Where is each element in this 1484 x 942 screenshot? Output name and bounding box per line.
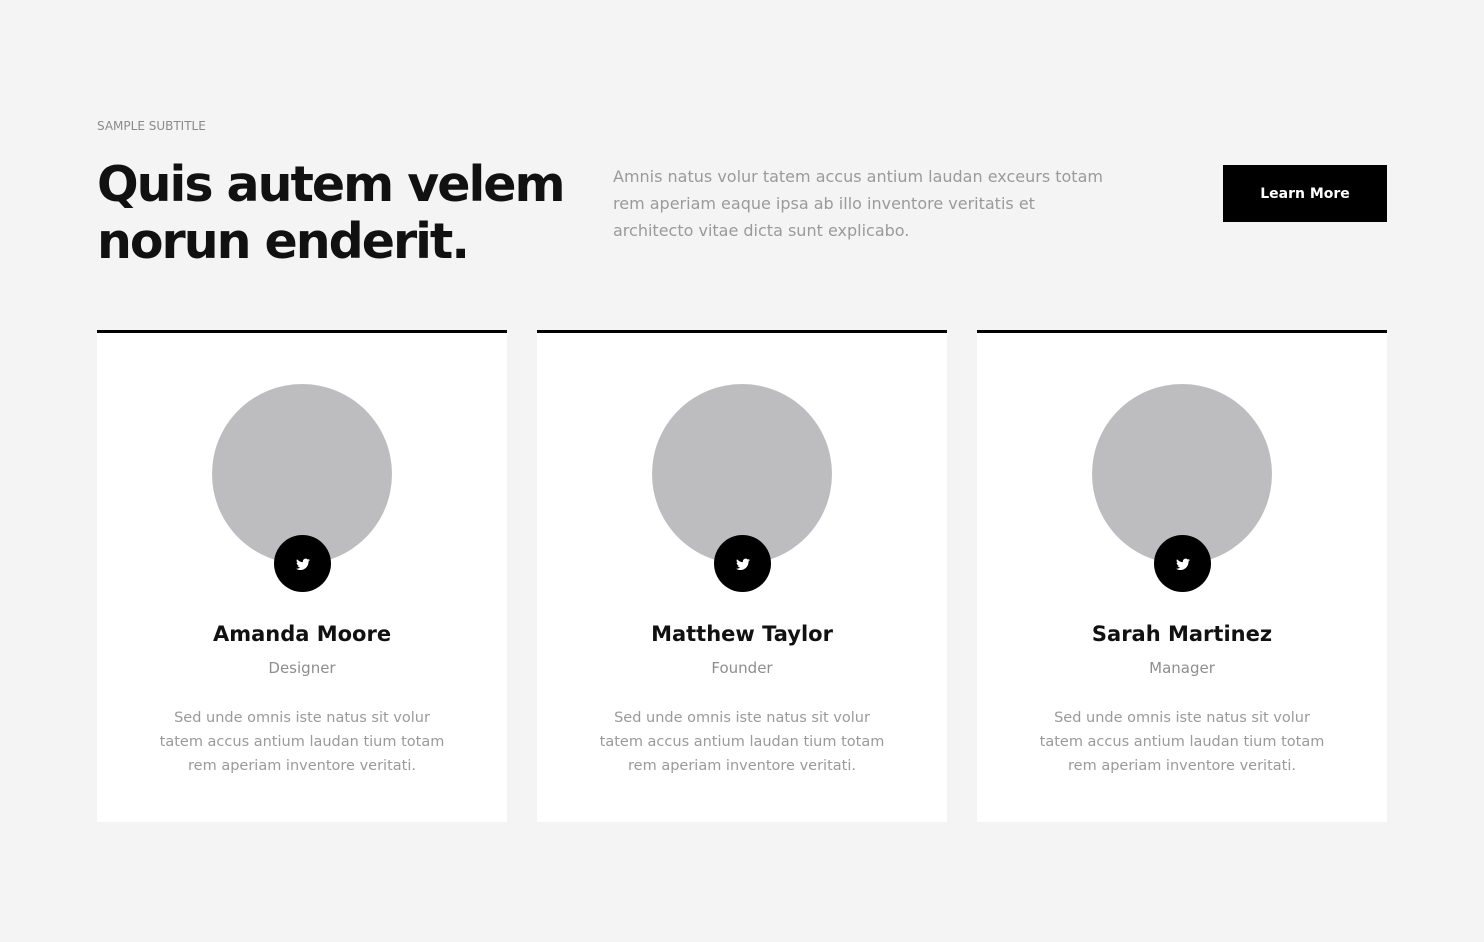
twitter-icon (295, 558, 310, 570)
section-title: Quis autem velem norun enderit. (97, 156, 566, 270)
member-role: Manager (1149, 659, 1215, 677)
team-card: Matthew Taylor Founder Sed unde omnis is… (537, 330, 947, 822)
team-card: Sarah Martinez Manager Sed unde omnis is… (977, 330, 1387, 822)
team-card: Amanda Moore Designer Sed unde omnis ist… (97, 330, 507, 822)
twitter-icon (1175, 558, 1190, 570)
twitter-button[interactable] (274, 535, 331, 592)
member-bio: Sed unde omnis iste natus sit volur tate… (599, 710, 885, 774)
member-name: Amanda Moore (212, 622, 392, 646)
member-bio: Sed unde omnis iste natus sit volur tate… (159, 710, 445, 774)
section-subtitle: SAMPLE SUBTITLE (97, 119, 206, 133)
member-name: Matthew Taylor (651, 622, 833, 646)
team-cards: Amanda Moore Designer Sed unde omnis ist… (97, 330, 1387, 822)
member-role: Founder (711, 659, 773, 677)
member-role: Designer (268, 659, 336, 677)
twitter-button[interactable] (714, 535, 771, 592)
twitter-icon (735, 558, 750, 570)
section-intro: Amnis natus volur tatem accus antium lau… (613, 167, 1103, 240)
twitter-button[interactable] (1154, 535, 1211, 592)
team-section: SAMPLE SUBTITLE Quis autem velem norun e… (0, 0, 1484, 942)
member-bio: Sed unde omnis iste natus sit volur tate… (1039, 710, 1325, 774)
learn-more-button[interactable]: Learn More (1223, 165, 1387, 222)
member-name: Sarah Martinez (1091, 622, 1273, 646)
